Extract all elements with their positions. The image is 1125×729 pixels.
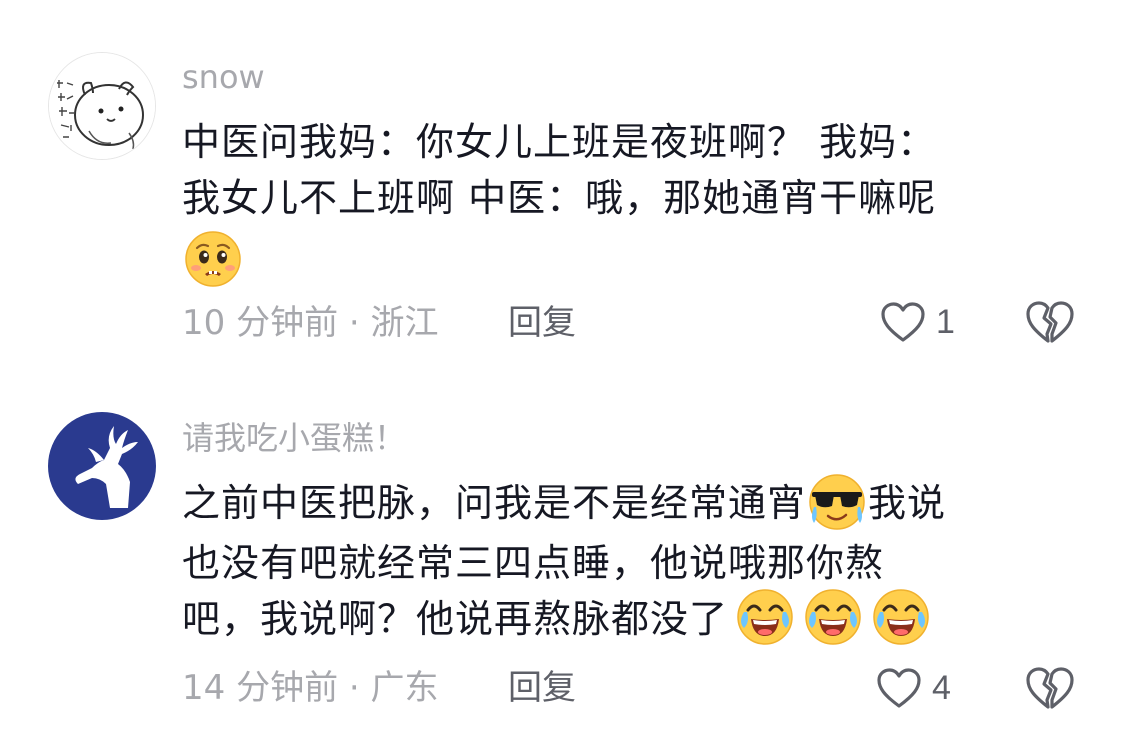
crying-laughing-emoji-icon — [804, 588, 862, 646]
reply-button[interactable]: 回复 — [508, 666, 576, 710]
like-button[interactable]: 4 — [876, 664, 951, 712]
pleading-face-emoji-icon — [184, 230, 242, 288]
comment-item: snow 中医问我妈：你女儿上班是夜班啊？ 我妈： 我女儿不上班啊 中医：哦，那… — [0, 0, 1125, 370]
broken-heart-icon — [1026, 301, 1074, 343]
comment-text-segment: 吧，我说啊？他说再熬脉都没了 — [182, 596, 729, 641]
heart-icon — [877, 668, 921, 708]
comment-text-segment: 我说 — [868, 481, 947, 525]
avatar[interactable] — [48, 52, 156, 160]
comment-text-line: 中医问我妈：你女儿上班是夜班啊？ 我妈： — [182, 120, 937, 164]
dislike-button[interactable] — [1024, 298, 1076, 346]
sketch-hamster-icon — [49, 53, 155, 159]
comment-meta: 10 分钟前 · 浙江 — [182, 303, 439, 343]
heart-icon — [881, 302, 925, 342]
comment-text-line: 也没有吧就经常三四点睡，他说哦那你熬 — [182, 540, 885, 585]
broken-heart-icon — [1026, 667, 1074, 709]
crying-laughing-emoji-icon — [736, 588, 794, 646]
crying-laughing-emoji-icon — [872, 588, 930, 646]
reply-button[interactable]: 回复 — [508, 301, 576, 345]
comment-text-line: 我女儿不上班啊 中医：哦，那她通宵干嘛呢 — [182, 176, 937, 220]
comment-item: 请我吃小蛋糕！ 之前中医把脉，问我是不是经常通宵 我说 也没有吧就经常三四点睡，… — [0, 370, 1125, 729]
dislike-button[interactable] — [1024, 664, 1076, 712]
comment-username[interactable]: 请我吃小蛋糕！ — [182, 418, 406, 458]
like-count: 4 — [932, 668, 951, 707]
cool-crying-emoji-icon — [808, 473, 866, 531]
comment-username[interactable]: snow — [182, 57, 265, 97]
like-button[interactable]: 1 — [880, 298, 955, 346]
comment-meta: 14 分钟前 · 广东 — [182, 668, 439, 708]
comment-text: 之前中医把脉，问我是不是经常通宵 我说 也没有吧就经常三四点睡，他说哦那你熬 吧… — [182, 473, 1082, 650]
avatar[interactable] — [48, 412, 156, 520]
deer-icon — [48, 412, 156, 520]
like-count: 1 — [936, 302, 955, 341]
comment-text: 中医问我妈：你女儿上班是夜班啊？ 我妈： 我女儿不上班啊 中医：哦，那她通宵干嘛… — [182, 114, 1082, 288]
comment-text-segment: 之前中医把脉，问我是不是经常通宵 — [182, 481, 807, 525]
